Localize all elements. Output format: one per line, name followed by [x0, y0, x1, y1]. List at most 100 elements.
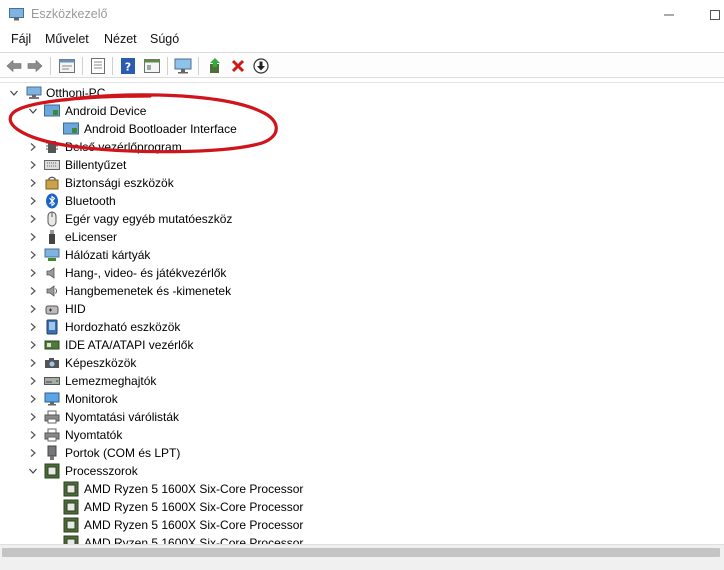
uninstall-button[interactable]: [228, 56, 248, 76]
usb-key-icon: [44, 229, 60, 245]
tree-item-processor[interactable]: AMD Ryzen 5 1600X Six-Core Processor: [0, 480, 724, 498]
tree-item-hid[interactable]: HID: [0, 300, 724, 318]
tree-item-keyboard[interactable]: Billentyűzet: [0, 156, 724, 174]
help-icon: ?: [121, 58, 135, 74]
chevron-right-icon[interactable]: [28, 304, 38, 314]
chevron-right-icon[interactable]: [28, 358, 38, 368]
chevron-right-icon[interactable]: [28, 232, 38, 242]
back-arrow-icon: [6, 59, 22, 73]
chevron-down-icon[interactable]: [9, 88, 19, 98]
properties-button[interactable]: [57, 56, 77, 76]
tree-item-label: AMD Ryzen 5 1600X Six-Core Processor: [84, 536, 304, 544]
download-button[interactable]: [251, 56, 271, 76]
chevron-right-icon[interactable]: [28, 214, 38, 224]
chevron-right-icon[interactable]: [28, 376, 38, 386]
chevron-right-icon[interactable]: [28, 250, 38, 260]
tree-item-audio-inputs-outputs[interactable]: Hangbemenetek és -kimenetek: [0, 282, 724, 300]
chevron-right-icon[interactable]: [28, 178, 38, 188]
tree-item-label: Képeszközök: [65, 356, 137, 370]
tree-item-label: AMD Ryzen 5 1600X Six-Core Processor: [84, 518, 304, 532]
menu-action[interactable]: Művelet: [45, 32, 89, 46]
tree-item-processor[interactable]: AMD Ryzen 5 1600X Six-Core Processor: [0, 498, 724, 516]
tree-item-firmware[interactable]: Belső vezérlőprogram: [0, 138, 724, 156]
tree-item-label: Monitorok: [65, 392, 118, 406]
tree-item-imaging-devices[interactable]: Képeszközök: [0, 354, 724, 372]
tree-item-elicenser[interactable]: eLicenser: [0, 228, 724, 246]
tree-item-android-device[interactable]: Android Device: [0, 102, 724, 120]
tree-root-label: Otthoni-PC: [46, 86, 106, 100]
tree-item-processor[interactable]: AMD Ryzen 5 1600X Six-Core Processor: [0, 516, 724, 534]
scan-hardware-button[interactable]: [173, 56, 193, 76]
driver-list-button[interactable]: [88, 56, 108, 76]
minimize-button[interactable]: [646, 0, 692, 30]
title-bar: Eszközkezelő: [0, 0, 724, 30]
computer-icon: [26, 85, 42, 101]
tree-item-ide-ata-atapi[interactable]: IDE ATA/ATAPI vezérlők: [0, 336, 724, 354]
processor-icon: [63, 481, 79, 497]
update-driver-button[interactable]: [205, 56, 225, 76]
tree-item-label: Belső vezérlőprogram: [65, 140, 182, 154]
tree-item-label: HID: [65, 302, 86, 316]
tree-item-android-bootloader[interactable]: Android Bootloader Interface: [0, 120, 724, 138]
tree-item-sound-video-game[interactable]: Hang-, video- és játékvezérlők: [0, 264, 724, 282]
chevron-right-icon[interactable]: [28, 142, 38, 152]
device-tree: Otthoni-PC Android Device Android Bootlo…: [0, 82, 724, 544]
chevron-right-icon[interactable]: [28, 448, 38, 458]
chevron-right-icon[interactable]: [28, 394, 38, 404]
help-button[interactable]: ?: [118, 56, 138, 76]
tree-item-label: Hang-, video- és játékvezérlők: [65, 266, 227, 280]
status-bar: [0, 559, 724, 570]
tree-item-network-adapters[interactable]: Hálózati kártyák: [0, 246, 724, 264]
tree-item-disk-drives[interactable]: Lemezmeghajtók: [0, 372, 724, 390]
tree-item-mouse[interactable]: Egér vagy egyéb mutatóeszköz: [0, 210, 724, 228]
scrollbar-thumb[interactable]: [2, 548, 720, 557]
tree-item-portable-devices[interactable]: Hordozható eszközök: [0, 318, 724, 336]
chevron-right-icon[interactable]: [28, 196, 38, 206]
tree-item-processor[interactable]: AMD Ryzen 5 1600X Six-Core Processor: [0, 534, 724, 544]
chevron-right-icon[interactable]: [28, 286, 38, 296]
tree-item-security-devices[interactable]: Biztonsági eszközök: [0, 174, 724, 192]
tree-item-ports[interactable]: Portok (COM és LPT): [0, 444, 724, 462]
horizontal-scrollbar[interactable]: [0, 544, 724, 559]
tree-item-processors[interactable]: Processzorok: [0, 462, 724, 480]
tree-item-label: Hálózati kártyák: [65, 248, 151, 262]
chevron-right-icon[interactable]: [28, 430, 38, 440]
chevron-right-icon[interactable]: [28, 412, 38, 422]
chevron-down-icon[interactable]: [28, 466, 38, 476]
menu-help[interactable]: Súgó: [150, 32, 179, 46]
tree-item-label: Biztonsági eszközök: [65, 176, 174, 190]
tree-root[interactable]: Otthoni-PC: [0, 84, 724, 102]
speaker-icon: [44, 283, 60, 299]
toolbar-separator: [82, 57, 83, 75]
tree-item-bluetooth[interactable]: Bluetooth: [0, 192, 724, 210]
uninstall-icon: [231, 59, 245, 73]
tree-item-print-queues[interactable]: Nyomtatási várólisták: [0, 408, 724, 426]
maximize-button[interactable]: [692, 0, 724, 30]
menu-view[interactable]: Nézet: [104, 32, 137, 46]
tree-item-printers[interactable]: Nyomtatók: [0, 426, 724, 444]
maximize-icon: [710, 10, 720, 20]
download-icon: [253, 58, 269, 74]
chevron-right-icon[interactable]: [28, 322, 38, 332]
back-button[interactable]: [4, 56, 24, 76]
driver-list-icon: [91, 58, 105, 74]
keyboard-icon: [44, 157, 60, 173]
processor-icon: [63, 535, 79, 544]
ide-controller-icon: [44, 337, 60, 353]
chevron-right-icon[interactable]: [28, 340, 38, 350]
chevron-right-icon[interactable]: [28, 160, 38, 170]
chevron-down-icon[interactable]: [28, 106, 38, 116]
menu-file[interactable]: Fájl: [11, 32, 31, 46]
tree-item-label: eLicenser: [65, 230, 118, 244]
forward-arrow-icon: [27, 59, 43, 73]
toolbar-separator: [167, 57, 168, 75]
portable-device-icon: [44, 319, 60, 335]
tree-item-label: Android Bootloader Interface: [84, 122, 237, 136]
device-manager-app-icon: [9, 8, 24, 21]
forward-button[interactable]: [25, 56, 45, 76]
view-button[interactable]: [142, 56, 162, 76]
chevron-right-icon[interactable]: [28, 268, 38, 278]
processor-icon: [44, 463, 60, 479]
tree-item-monitors[interactable]: Monitorok: [0, 390, 724, 408]
tree-item-label: Android Device: [65, 104, 147, 118]
